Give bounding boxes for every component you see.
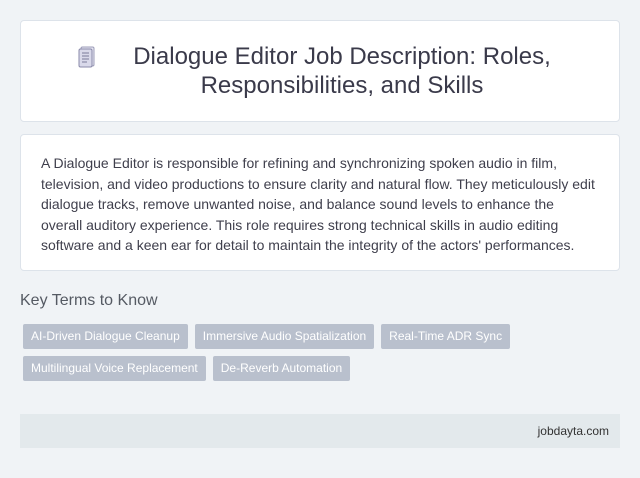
title-card: Dialogue Editor Job Description: Roles, … [20, 20, 620, 122]
tag-de-reverb-automation[interactable]: De-Reverb Automation [212, 356, 351, 381]
tag-real-time-adr-sync[interactable]: Real-Time ADR Sync [381, 324, 511, 349]
footer-site-link[interactable]: jobdayta.com [538, 424, 609, 438]
tag-multilingual-voice-replacement[interactable]: Multilingual Voice Replacement [23, 356, 206, 381]
key-terms-heading: Key Terms to Know [20, 292, 158, 309]
tag-row: Multilingual Voice Replacement De-Reverb… [23, 356, 623, 381]
document-icon [78, 46, 95, 68]
footer: jobdayta.com [20, 414, 620, 448]
tag-ai-driven-dialogue-cleanup[interactable]: AI-Driven Dialogue Cleanup [23, 324, 188, 349]
title-wrap: Dialogue Editor Job Description: Roles, … [78, 42, 562, 100]
tag-immersive-audio-spatialization[interactable]: Immersive Audio Spatialization [194, 324, 375, 349]
page: Dialogue Editor Job Description: Roles, … [0, 0, 640, 478]
key-terms-tags: AI-Driven Dialogue Cleanup Immersive Aud… [23, 324, 623, 388]
description-text: A Dialogue Editor is responsible for ref… [41, 155, 595, 254]
description-card: A Dialogue Editor is responsible for ref… [20, 134, 620, 271]
tag-row: AI-Driven Dialogue Cleanup Immersive Aud… [23, 324, 623, 349]
page-title: Dialogue Editor Job Description: Roles, … [133, 43, 551, 99]
